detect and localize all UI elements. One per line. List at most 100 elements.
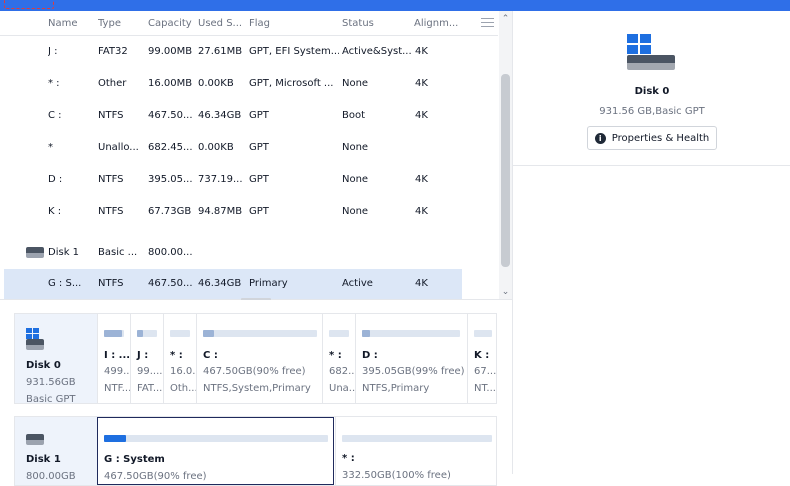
table-row[interactable]: K : NTFS 67.73GB 94.87MB GPT None 4K xyxy=(4,197,462,228)
partition-fs: NTFS,Primary xyxy=(362,383,430,394)
cell-status: Boot xyxy=(342,110,366,121)
cell-used: 94.87MB xyxy=(198,206,243,217)
disk-map: Disk 0 931.56GB Basic GPT I : ... 499...… xyxy=(0,300,512,486)
table-row[interactable]: D : NTFS 395.05... 737.19... GPT None 4K xyxy=(4,165,462,196)
table-row[interactable]: * Unallo... 682.45... 0.00KB GPT None xyxy=(4,133,462,164)
cell-flag: GPT xyxy=(249,174,269,185)
partition-block[interactable]: K : 67.... NT... xyxy=(467,314,497,403)
cell-name: Disk 1 xyxy=(48,247,80,258)
column-menu-icon[interactable] xyxy=(481,18,494,28)
cell-used: 0.00KB xyxy=(198,142,234,153)
partition-label: K : xyxy=(474,350,490,361)
cell-capacity: 99.00MB xyxy=(148,46,193,57)
column-header-type[interactable]: Type xyxy=(98,18,142,29)
partition-block[interactable]: * : 332.50GB(100% free) xyxy=(335,417,496,485)
partition-label: G : System xyxy=(104,454,165,465)
partition-block[interactable]: * : 682... Una... xyxy=(322,314,355,403)
column-header-alignment[interactable]: Alignm... xyxy=(414,18,464,29)
cell-status: None xyxy=(342,78,369,89)
partition-block[interactable]: D : 395.05GB(99% free) NTFS,Primary xyxy=(355,314,467,403)
cell-type: Basic ... xyxy=(98,247,138,258)
table-row-selected[interactable]: G : S... NTFS 467.50... 46.34GB Primary … xyxy=(4,269,462,299)
partition-block[interactable]: * : 16.0... Oth... xyxy=(163,314,196,403)
partition-block[interactable]: C : 467.50GB(90% free) NTFS,System,Prima… xyxy=(196,314,322,403)
partition-capacity: 67.... xyxy=(474,366,497,377)
disk-0-card[interactable]: Disk 0 931.56GB Basic GPT I : ... 499...… xyxy=(14,313,497,404)
partition-block-selected[interactable]: G : System 467.50GB(90% free) xyxy=(97,417,334,485)
disk-windows-icon xyxy=(627,34,677,76)
windows-logo-icon xyxy=(627,34,653,54)
cell-status: None xyxy=(342,142,369,153)
column-header-capacity[interactable]: Capacity xyxy=(148,18,194,29)
partition-capacity: 16.0... xyxy=(170,366,196,377)
scroll-down-icon[interactable]: ⌄ xyxy=(501,287,510,297)
partition-capacity: 395.05GB(99% free) xyxy=(362,366,465,377)
table-row[interactable]: * : Other 16.00MB 0.00KB GPT, Microsoft … xyxy=(4,69,462,100)
disk-name: Disk 0 xyxy=(26,360,61,371)
details-subtitle: 931.56 GB,Basic GPT xyxy=(599,106,705,117)
cell-flag: GPT xyxy=(249,142,269,153)
partition-fs: NTF... xyxy=(104,383,130,394)
disk-1-card[interactable]: Disk 1 800.00GB G : System 467.50GB(90% … xyxy=(14,416,497,486)
disk-capacity: 931.56GB xyxy=(26,377,76,388)
cell-flag: GPT, Microsoft ... xyxy=(249,78,334,89)
cell-type: NTFS xyxy=(98,278,124,289)
properties-health-button[interactable]: i Properties & Health xyxy=(587,126,717,150)
disk-name: Disk 1 xyxy=(26,454,61,465)
cell-name: G : S... xyxy=(48,278,82,289)
partition-fs: NTFS,System,Primary xyxy=(203,383,311,394)
cell-flag: GPT, EFI System... xyxy=(249,46,339,57)
cell-used: 0.00KB xyxy=(198,78,234,89)
cell-capacity: 467.50... xyxy=(148,110,193,121)
windows-disk-icon xyxy=(26,328,40,339)
cell-used: 46.34GB xyxy=(198,110,242,121)
column-header-used-space[interactable]: Used S... xyxy=(198,18,244,29)
disk-row[interactable]: Disk 1 Basic ... 800.00... xyxy=(4,238,462,269)
cell-flag: GPT xyxy=(249,206,269,217)
disk-0-info[interactable]: Disk 0 931.56GB Basic GPT xyxy=(15,314,97,403)
disk-1-info[interactable]: Disk 1 800.00GB xyxy=(15,417,97,485)
partition-block[interactable]: I : ... 499.... NTF... xyxy=(97,314,130,403)
partition-capacity: 467.50GB(90% free) xyxy=(104,471,207,482)
cell-status: Active&Syst... xyxy=(342,46,412,57)
partition-block[interactable]: J : 99.... FAT... xyxy=(130,314,163,403)
title-bar xyxy=(0,0,790,11)
cell-status: None xyxy=(342,206,369,217)
column-header-status[interactable]: Status xyxy=(342,18,410,29)
details-title: Disk 0 xyxy=(634,86,670,97)
table-row[interactable]: C : NTFS 467.50... 46.34GB GPT Boot 4K xyxy=(4,101,462,132)
disk-capacity: 800.00GB xyxy=(26,471,76,482)
table-row[interactable]: J : FAT32 99.00MB 27.61MB GPT, EFI Syste… xyxy=(4,37,462,68)
cell-status: Active xyxy=(342,278,373,289)
scrollbar-thumb[interactable] xyxy=(501,74,510,267)
hard-disk-icon xyxy=(26,434,44,445)
partition-fs: FAT... xyxy=(137,383,163,394)
cell-name: * xyxy=(48,142,53,153)
table-scrollbar[interactable]: ⌃ ⌄ xyxy=(499,11,512,299)
cell-used: 737.19... xyxy=(198,174,243,185)
details-panel: Disk 0 931.56 GB,Basic GPT i Properties … xyxy=(512,11,790,474)
column-header-name[interactable]: Name xyxy=(48,18,92,29)
cell-name: J : xyxy=(48,46,58,57)
partition-capacity: 467.50GB(90% free) xyxy=(203,366,306,377)
usage-bar xyxy=(203,330,215,337)
cell-used: 27.61MB xyxy=(198,46,243,57)
cell-type: NTFS xyxy=(98,110,124,121)
usage-bar xyxy=(104,330,122,337)
partition-label: * : xyxy=(329,350,342,361)
focused-tab-indicator[interactable] xyxy=(4,0,54,9)
scroll-up-icon[interactable]: ⌃ xyxy=(501,14,510,24)
cell-status: None xyxy=(342,174,369,185)
hard-disk-icon xyxy=(26,247,44,258)
cell-name: K : xyxy=(48,206,62,217)
info-icon: i xyxy=(594,132,606,144)
partition-label: J : xyxy=(137,350,149,361)
hard-disk-icon xyxy=(627,55,675,70)
cell-flag: GPT xyxy=(249,110,269,121)
cell-alignment: 4K xyxy=(415,46,428,57)
cell-capacity: 395.05... xyxy=(148,174,193,185)
partition-table: Name Type Capacity Used S... Flag Status… xyxy=(0,11,498,299)
cell-alignment: 4K xyxy=(415,278,428,289)
cell-name: C : xyxy=(48,110,62,121)
column-header-flag[interactable]: Flag xyxy=(249,18,337,29)
